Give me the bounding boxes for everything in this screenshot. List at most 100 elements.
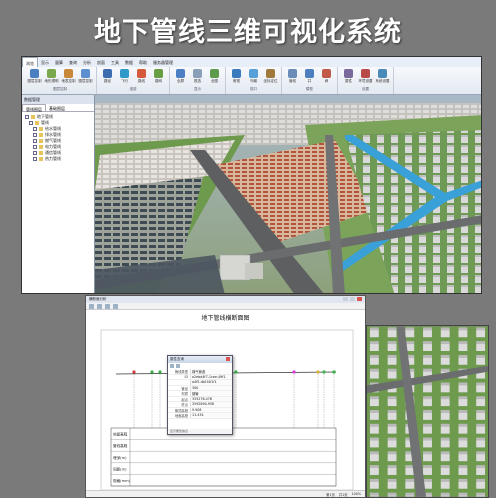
ribbon-button[interactable]: 坐标定位 <box>262 67 279 87</box>
pipe-marker[interactable] <box>322 370 326 374</box>
ribbon-button[interactable]: 系统设置 <box>374 67 391 87</box>
attribute-value: 11.434 <box>190 413 232 418</box>
layer-checkbox[interactable] <box>33 133 37 137</box>
attribute-row: 地面高程 11.434 <box>168 413 232 419</box>
ribbon-toolbar: 图层控制 地形透明 地表控制 图层控制 图层控制 路径 飞行 路线 路网 漫游 全屏 框选 全图 显示 俯视… <box>22 67 481 95</box>
menu-item[interactable]: 量算 <box>52 57 66 67</box>
pipe-marker[interactable] <box>158 370 162 374</box>
menu-item[interactable]: 工具 <box>108 57 122 67</box>
table-row-label: 管线高程 <box>113 443 128 448</box>
ribbon-button[interactable]: 俯视 <box>228 67 245 87</box>
copy-icon[interactable] <box>170 364 174 368</box>
layer-checkbox[interactable] <box>33 151 37 155</box>
menu-item[interactable]: 浏览 <box>22 57 38 67</box>
data-management-panel: 数据管理 管线图层 基础图层 地下管线 管线 给水管线 排水管线 燃气管线 电力管线 通信管… <box>22 95 95 293</box>
ribbon-button[interactable]: 路线 <box>133 67 150 87</box>
ribbon-button[interactable]: 图层控制 <box>26 67 43 87</box>
layer-checkbox[interactable] <box>33 127 37 131</box>
menu-bar: 浏览 显示 量算 查询 分析 剖面 工具 数据 帮助 服务器管理 <box>22 57 481 67</box>
ribbon-button-label: 图层控制 <box>78 79 93 83</box>
pipe-marker[interactable] <box>150 370 154 374</box>
ribbon-button[interactable]: 路网 <box>150 67 167 87</box>
layer-checkbox[interactable] <box>33 139 37 143</box>
layer-checkbox[interactable] <box>33 157 37 161</box>
pipe-marker[interactable] <box>132 370 136 374</box>
ribbon-button-label: 路线 <box>138 79 145 83</box>
save-icon[interactable] <box>97 304 102 309</box>
ribbon-button[interactable]: 飞行 <box>116 67 133 87</box>
ribbon-button[interactable]: 地形透明 <box>43 67 60 87</box>
maximize-button[interactable] <box>350 297 355 301</box>
doc-status-bar: 第1页 共1页 100% <box>86 490 365 497</box>
pipe-marker[interactable] <box>234 370 238 374</box>
ribbon-button[interactable]: 地表控制 <box>60 67 77 87</box>
menu-item[interactable]: 数据 <box>122 57 136 67</box>
ribbon-button[interactable]: 框选 <box>189 67 206 87</box>
tab-base-layers[interactable]: 基础图层 <box>46 104 68 111</box>
pipe-marker[interactable] <box>332 370 336 374</box>
attribute-key: 管径 <box>181 386 188 391</box>
ribbon-button-label: 地表控制 <box>61 79 76 83</box>
ribbon-button-label: 框选 <box>194 79 201 83</box>
attribute-value: 355276.476 <box>190 396 232 401</box>
attribute-value: 煤气管道 <box>190 369 232 374</box>
tool-icon <box>30 69 39 78</box>
tool-icon <box>288 69 297 78</box>
ribbon-group: 属性 环境设置 系统设置 设置 <box>338 67 394 94</box>
popup-close-button[interactable] <box>226 357 230 361</box>
tool-icon <box>322 69 331 78</box>
folder-icon <box>39 151 43 155</box>
cross-section-window: 横断面分析 地下管线横断面图 地面高程 管线高程 埋深(m) 间距(m) 规格(mm) … <box>85 295 366 498</box>
3d-city-scene[interactable] <box>95 95 482 294</box>
menu-item[interactable]: 帮助 <box>136 57 150 67</box>
panel-header: 数据管理 <box>22 95 94 104</box>
ribbon-group: 俯视 鸟瞰 坐标定位视口 <box>226 67 282 94</box>
zoom-in-icon[interactable] <box>105 304 110 309</box>
ribbon-button[interactable]: 阀 <box>318 67 335 87</box>
layer-checkbox[interactable] <box>25 115 29 119</box>
ribbon-group: 管线 井 阀模型 <box>282 67 338 94</box>
ribbon-button[interactable]: 图层控制 <box>77 67 94 87</box>
ribbon-button[interactable]: 井 <box>301 67 318 87</box>
ribbon-button[interactable]: 全屏 <box>172 67 189 87</box>
ribbon-button-label: 系统设置 <box>375 79 390 83</box>
menu-item[interactable]: 剖面 <box>94 57 108 67</box>
3d-scene-fragment <box>366 325 489 498</box>
menu-item[interactable]: 分析 <box>80 57 94 67</box>
tool-icon <box>361 69 370 78</box>
popup-titlebar: 属性查询 <box>168 356 232 363</box>
ribbon-button[interactable]: 全图 <box>206 67 223 87</box>
minimize-button[interactable] <box>343 297 348 301</box>
popup-status: 显示属性信息 <box>168 429 232 434</box>
menu-item[interactable]: 显示 <box>38 57 52 67</box>
doc-toolbar <box>86 303 365 310</box>
zoom-out-icon[interactable] <box>113 304 118 309</box>
window-controls <box>343 297 362 302</box>
tool-icon <box>64 69 73 78</box>
ribbon-button[interactable]: 管线 <box>284 67 301 87</box>
panel-tabs: 管线图层 基础图层 <box>22 104 94 112</box>
ribbon-button[interactable]: 属性 <box>340 67 357 87</box>
layer-checkbox[interactable] <box>29 121 33 125</box>
ribbon-button[interactable]: 路径 <box>99 67 116 87</box>
layer-checkbox[interactable] <box>33 145 37 149</box>
ribbon-group: 全屏 框选 全图 显示 <box>170 67 226 94</box>
ribbon-group-label: 视口 <box>250 87 257 91</box>
tree-item[interactable]: 热力管线 <box>25 156 91 162</box>
menu-item[interactable]: 服务器管理 <box>150 57 176 67</box>
layer-tree: 地下管线 管线 给水管线 排水管线 燃气管线 电力管线 通信管线 热力管线 <box>22 112 94 164</box>
pipe-marker[interactable] <box>316 370 320 374</box>
close-button[interactable] <box>357 297 362 301</box>
export-icon[interactable] <box>176 364 180 368</box>
pipe-marker[interactable] <box>292 370 296 374</box>
table-row-label: 埋深(m) <box>113 455 127 460</box>
table-row-label: 规格(mm) <box>113 478 131 483</box>
print-icon[interactable] <box>89 304 94 309</box>
ribbon-button[interactable]: 鸟瞰 <box>245 67 262 87</box>
tab-pipeline-layers[interactable]: 管线图层 <box>22 104 46 112</box>
folder-icon <box>39 157 43 161</box>
folder-icon <box>39 127 43 131</box>
ribbon-button-label: 坐标定位 <box>263 79 278 83</box>
menu-item[interactable]: 查询 <box>66 57 80 67</box>
ribbon-button[interactable]: 环境设置 <box>357 67 374 87</box>
